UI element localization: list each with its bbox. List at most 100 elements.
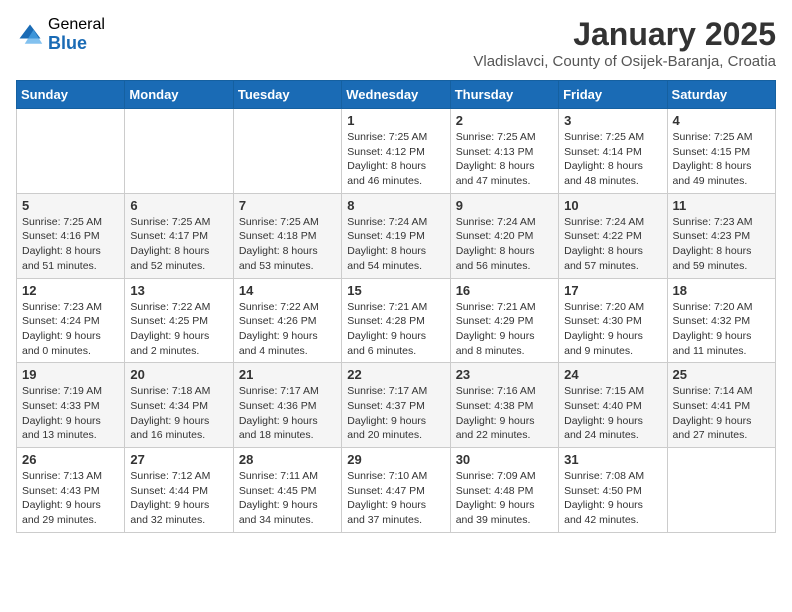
day-number: 22 [347, 367, 444, 382]
day-info: Sunrise: 7:21 AM Sunset: 4:28 PM Dayligh… [347, 300, 444, 359]
calendar-table: SundayMondayTuesdayWednesdayThursdayFrid… [16, 80, 776, 533]
day-number: 6 [130, 198, 227, 213]
day-info: Sunrise: 7:18 AM Sunset: 4:34 PM Dayligh… [130, 384, 227, 443]
day-number: 14 [239, 283, 336, 298]
calendar-cell [125, 109, 233, 194]
calendar-cell: 4Sunrise: 7:25 AM Sunset: 4:15 PM Daylig… [667, 109, 775, 194]
calendar-cell: 13Sunrise: 7:22 AM Sunset: 4:25 PM Dayli… [125, 278, 233, 363]
page-header: General Blue January 2025 Vladislavci, C… [16, 16, 776, 70]
day-number: 30 [456, 452, 553, 467]
day-info: Sunrise: 7:21 AM Sunset: 4:29 PM Dayligh… [456, 300, 553, 359]
calendar-cell: 8 Sunrise: 7:24 AM Sunset: 4:19 PM Daylig… [342, 193, 450, 278]
day-info: Sunrise: 7:09 AM Sunset: 4:48 PM Dayligh… [456, 469, 553, 528]
day-number: 17 [564, 283, 661, 298]
calendar-cell [233, 109, 341, 194]
day-number: 8 [347, 198, 444, 213]
day-info: Sunrise: 7:14 AM Sunset: 4:41 PM Dayligh… [673, 384, 770, 443]
calendar-week-row: 12 Sunrise: 7:23 AM Sunset: 4:24 PM Dayli… [17, 278, 776, 363]
day-number: 21 [239, 367, 336, 382]
day-info: Sunrise: 7:10 AM Sunset: 4:47 PM Dayligh… [347, 469, 444, 528]
calendar-cell: 1 Sunrise: 7:25 AM Sunset: 4:12 PM Daylig… [342, 109, 450, 194]
day-number: 12 [22, 283, 119, 298]
calendar-header-row: SundayMondayTuesdayWednesdayThursdayFrid… [17, 81, 776, 109]
day-number: 5 [22, 198, 119, 213]
day-info: Sunrise: 7:12 AM Sunset: 4:44 PM Dayligh… [130, 469, 227, 528]
calendar-cell: 21 Sunrise: 7:17 AM Sunset: 4:36 PM Dayli… [233, 363, 341, 448]
day-info: Sunrise: 7:19 AM Sunset: 4:33 PM Dayligh… [22, 384, 119, 443]
day-header-tuesday: Tuesday [233, 81, 341, 109]
day-header-thursday: Thursday [450, 81, 558, 109]
day-number: 20 [130, 367, 227, 382]
day-info: Sunrise: 7:23 AM Sunset: 4:23 PM Dayligh… [673, 215, 770, 274]
calendar-cell: 6 Sunrise: 7:25 AM Sunset: 4:17 PM Daylig… [125, 193, 233, 278]
calendar-cell: 5 Sunrise: 7:25 AM Sunset: 4:16 PM Daylig… [17, 193, 125, 278]
day-info: Sunrise: 7:08 AM Sunset: 4:50 PM Dayligh… [564, 469, 661, 528]
day-number: 16 [456, 283, 553, 298]
logo: General Blue [16, 16, 105, 53]
calendar-cell: 14 Sunrise: 7:22 AM Sunset: 4:26 PM Dayli… [233, 278, 341, 363]
calendar-cell: 9Sunrise: 7:24 AM Sunset: 4:20 PM Daylig… [450, 193, 558, 278]
day-number: 10 [564, 198, 661, 213]
day-number: 1 [347, 113, 444, 128]
calendar-cell: 12 Sunrise: 7:23 AM Sunset: 4:24 PM Dayli… [17, 278, 125, 363]
calendar-week-row: 1 Sunrise: 7:25 AM Sunset: 4:12 PM Daylig… [17, 109, 776, 194]
day-number: 15 [347, 283, 444, 298]
logo-general: General [48, 16, 105, 34]
day-header-saturday: Saturday [667, 81, 775, 109]
day-info: Sunrise: 7:24 AM Sunset: 4:19 PM Dayligh… [347, 215, 444, 274]
day-info: Sunrise: 7:25 AM Sunset: 4:12 PM Dayligh… [347, 130, 444, 189]
day-number: 24 [564, 367, 661, 382]
calendar-cell [667, 448, 775, 533]
day-number: 11 [673, 198, 770, 213]
calendar-cell: 19 Sunrise: 7:19 AM Sunset: 4:33 PM Dayli… [17, 363, 125, 448]
calendar-cell: 26 Sunrise: 7:13 AM Sunset: 4:43 PM Dayli… [17, 448, 125, 533]
day-info: Sunrise: 7:20 AM Sunset: 4:32 PM Dayligh… [673, 300, 770, 359]
day-info: Sunrise: 7:22 AM Sunset: 4:26 PM Dayligh… [239, 300, 336, 359]
day-number: 28 [239, 452, 336, 467]
logo-blue: Blue [48, 34, 105, 54]
calendar-cell: 28 Sunrise: 7:11 AM Sunset: 4:45 PM Dayli… [233, 448, 341, 533]
day-number: 2 [456, 113, 553, 128]
day-info: Sunrise: 7:25 AM Sunset: 4:18 PM Dayligh… [239, 215, 336, 274]
calendar-cell: 27 Sunrise: 7:12 AM Sunset: 4:44 PM Dayli… [125, 448, 233, 533]
logo-text: General Blue [48, 16, 105, 53]
calendar-cell: 23Sunrise: 7:16 AM Sunset: 4:38 PM Dayli… [450, 363, 558, 448]
calendar-cell: 29 Sunrise: 7:10 AM Sunset: 4:47 PM Dayli… [342, 448, 450, 533]
day-info: Sunrise: 7:20 AM Sunset: 4:30 PM Dayligh… [564, 300, 661, 359]
day-info: Sunrise: 7:17 AM Sunset: 4:36 PM Dayligh… [239, 384, 336, 443]
calendar-cell: 25Sunrise: 7:14 AM Sunset: 4:41 PM Dayli… [667, 363, 775, 448]
day-info: Sunrise: 7:17 AM Sunset: 4:37 PM Dayligh… [347, 384, 444, 443]
calendar-cell: 10Sunrise: 7:24 AM Sunset: 4:22 PM Dayli… [559, 193, 667, 278]
day-number: 13 [130, 283, 227, 298]
day-number: 27 [130, 452, 227, 467]
day-header-wednesday: Wednesday [342, 81, 450, 109]
day-number: 18 [673, 283, 770, 298]
day-info: Sunrise: 7:13 AM Sunset: 4:43 PM Dayligh… [22, 469, 119, 528]
day-number: 26 [22, 452, 119, 467]
calendar-cell: 20 Sunrise: 7:18 AM Sunset: 4:34 PM Dayli… [125, 363, 233, 448]
day-info: Sunrise: 7:11 AM Sunset: 4:45 PM Dayligh… [239, 469, 336, 528]
day-number: 3 [564, 113, 661, 128]
month-year: January 2025 [473, 16, 776, 53]
day-number: 19 [22, 367, 119, 382]
title-block: January 2025 Vladislavci, County of Osij… [473, 16, 776, 70]
day-number: 29 [347, 452, 444, 467]
day-info: Sunrise: 7:23 AM Sunset: 4:24 PM Dayligh… [22, 300, 119, 359]
calendar-cell: 3Sunrise: 7:25 AM Sunset: 4:14 PM Daylig… [559, 109, 667, 194]
day-info: Sunrise: 7:25 AM Sunset: 4:15 PM Dayligh… [673, 130, 770, 189]
location: Vladislavci, County of Osijek-Baranja, C… [473, 53, 776, 70]
day-number: 7 [239, 198, 336, 213]
day-info: Sunrise: 7:16 AM Sunset: 4:38 PM Dayligh… [456, 384, 553, 443]
calendar-cell: 17 Sunrise: 7:20 AM Sunset: 4:30 PM Dayli… [559, 278, 667, 363]
day-info: Sunrise: 7:25 AM Sunset: 4:16 PM Dayligh… [22, 215, 119, 274]
calendar-cell: 31Sunrise: 7:08 AM Sunset: 4:50 PM Dayli… [559, 448, 667, 533]
calendar-cell [17, 109, 125, 194]
calendar-cell: 16 Sunrise: 7:21 AM Sunset: 4:29 PM Dayli… [450, 278, 558, 363]
calendar-cell: 24Sunrise: 7:15 AM Sunset: 4:40 PM Dayli… [559, 363, 667, 448]
calendar-cell: 18 Sunrise: 7:20 AM Sunset: 4:32 PM Dayli… [667, 278, 775, 363]
calendar-week-row: 5 Sunrise: 7:25 AM Sunset: 4:16 PM Daylig… [17, 193, 776, 278]
calendar-cell: 30 Sunrise: 7:09 AM Sunset: 4:48 PM Dayli… [450, 448, 558, 533]
calendar-cell: 22 Sunrise: 7:17 AM Sunset: 4:37 PM Dayli… [342, 363, 450, 448]
day-number: 9 [456, 198, 553, 213]
day-info: Sunrise: 7:25 AM Sunset: 4:17 PM Dayligh… [130, 215, 227, 274]
